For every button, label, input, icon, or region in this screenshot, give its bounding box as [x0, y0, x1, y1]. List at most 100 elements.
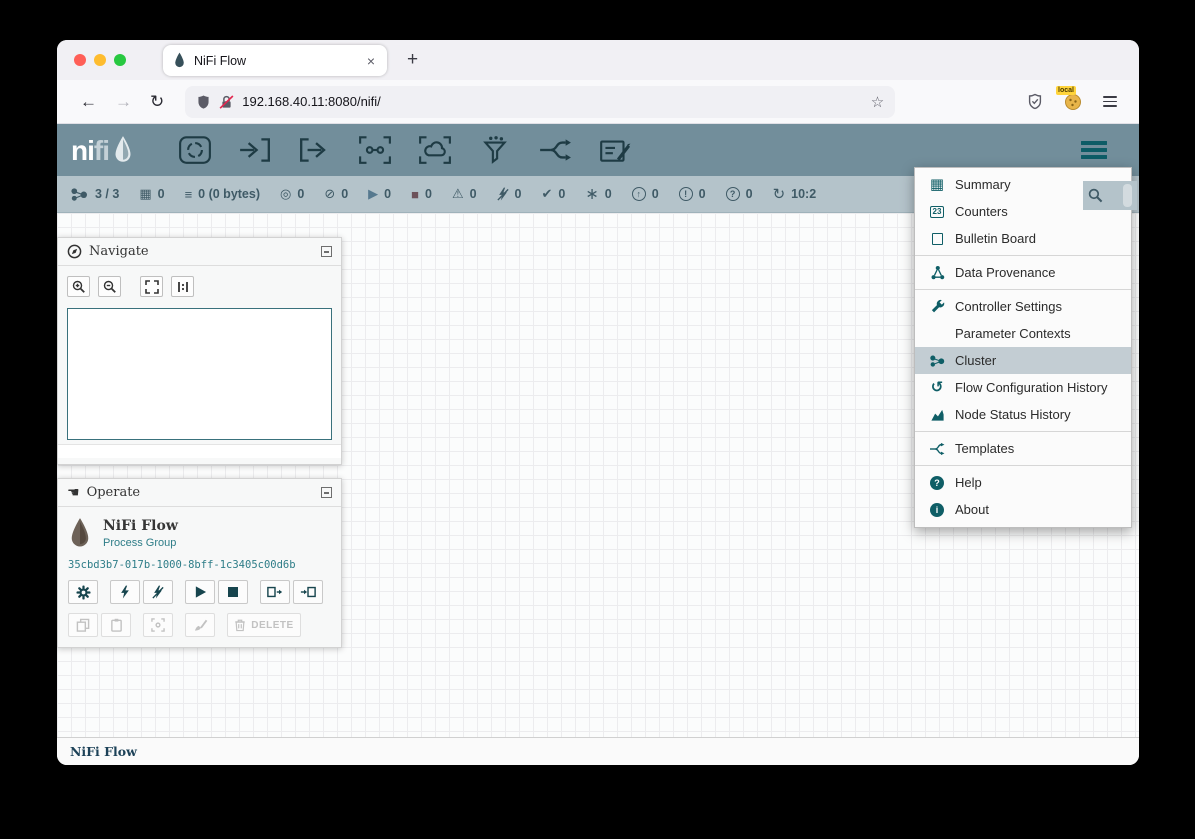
- remote-process-group-draggable-icon[interactable]: [418, 135, 452, 165]
- status-active-threads: ▦ 0: [139, 186, 164, 202]
- template-draggable-icon[interactable]: [538, 135, 572, 165]
- compass-icon: [67, 244, 82, 259]
- invalid-icon: ⚠: [452, 186, 464, 202]
- configuration-button[interactable]: [68, 580, 98, 604]
- group-button[interactable]: [143, 613, 173, 637]
- operate-buttons-row-1: [68, 580, 331, 604]
- stop-button[interactable]: [218, 580, 248, 604]
- wrench-icon: [927, 299, 947, 314]
- counters-icon: 23: [927, 206, 947, 218]
- collapse-navigate-button[interactable]: [321, 246, 332, 257]
- menu-item-templates[interactable]: Templates: [915, 435, 1131, 462]
- status-not-transmitting: ⊘ 0: [324, 186, 348, 202]
- navigate-palette-header[interactable]: Navigate: [58, 238, 341, 266]
- node-status-history-icon: [927, 407, 947, 422]
- zoom-actual-size-button[interactable]: [171, 276, 194, 297]
- delete-button[interactable]: DELETE: [227, 613, 301, 637]
- fill-color-button[interactable]: [185, 613, 215, 637]
- menu-divider: [915, 289, 1131, 290]
- selected-component-id: 35cbd3b7-017b-1000-8bff-1c3405c00d6b: [68, 559, 331, 571]
- back-button[interactable]: ←: [71, 92, 106, 112]
- tab-title: NiFi Flow: [194, 54, 365, 68]
- nifi-logo: nifi: [71, 135, 134, 166]
- threads-icon: ▦: [139, 186, 151, 202]
- processor-draggable-icon[interactable]: [178, 135, 212, 165]
- operate-palette-header[interactable]: ☚ Operate: [58, 479, 341, 507]
- new-tab-button[interactable]: +: [401, 47, 424, 73]
- scrollbar-thumb[interactable]: [1123, 184, 1132, 207]
- nifi-logo-drop-icon: [112, 135, 134, 165]
- locally-modified-icon: ∗: [585, 184, 598, 204]
- collapse-operate-button[interactable]: [321, 487, 332, 498]
- navigate-palette: Navigate: [57, 237, 342, 465]
- stopped-icon: ■: [411, 187, 419, 202]
- bookmark-star-icon[interactable]: ☆: [871, 93, 884, 111]
- copy-button[interactable]: [68, 613, 98, 637]
- history-icon: ↺: [927, 380, 947, 395]
- zoom-in-button[interactable]: [67, 276, 90, 297]
- zoom-out-button[interactable]: [98, 276, 121, 297]
- container-extension-icon[interactable]: local: [1064, 93, 1082, 111]
- download-flow-definition-button[interactable]: [260, 580, 290, 604]
- operate-palette: ☚ Operate NiFi Flow Process Group 35cbd3…: [57, 478, 342, 648]
- funnel-draggable-icon[interactable]: [478, 135, 512, 165]
- selected-component-name: NiFi Flow: [103, 518, 178, 534]
- paste-button[interactable]: [101, 613, 131, 637]
- browser-tab[interactable]: NiFi Flow ×: [163, 45, 387, 76]
- enable-button[interactable]: [110, 580, 140, 604]
- output-port-draggable-icon[interactable]: [298, 135, 332, 165]
- reload-button[interactable]: ↻: [141, 92, 173, 112]
- data-provenance-icon: [927, 265, 947, 280]
- toolbar-right: local: [1027, 93, 1125, 111]
- search-icon[interactable]: [1088, 188, 1103, 203]
- zoom-fit-button[interactable]: [140, 276, 163, 297]
- birdseye-view[interactable]: [67, 308, 332, 440]
- status-search: [1083, 181, 1137, 210]
- url-bar[interactable]: 192.168.40.11:8080/nifi/ ☆: [185, 86, 895, 118]
- disable-button[interactable]: [143, 580, 173, 604]
- window-zoom-button[interactable]: [114, 54, 126, 66]
- insecure-lock-icon[interactable]: [219, 94, 234, 110]
- start-button[interactable]: [185, 580, 215, 604]
- global-menu-button[interactable]: [1079, 133, 1109, 166]
- process-group-draggable-icon[interactable]: [358, 135, 392, 165]
- menu-item-controller-settings[interactable]: Controller Settings: [915, 293, 1131, 320]
- flow-drop-icon: [68, 517, 92, 550]
- delete-label: DELETE: [251, 620, 293, 631]
- input-port-draggable-icon[interactable]: [238, 135, 272, 165]
- help-icon: ?: [927, 476, 947, 490]
- menu-item-node-status-history[interactable]: Node Status History: [915, 401, 1131, 428]
- navigate-body: [58, 266, 341, 458]
- cluster-icon: [927, 354, 947, 368]
- upload-flow-definition-button[interactable]: [293, 580, 323, 604]
- shield-check-icon[interactable]: [1027, 93, 1043, 110]
- status-connected-nodes: 3 / 3: [70, 187, 119, 202]
- menu-item-parameter-contexts[interactable]: Parameter Contexts: [915, 320, 1131, 347]
- selected-component-type: Process Group: [103, 537, 178, 549]
- window-close-button[interactable]: [74, 54, 86, 66]
- refresh-icon[interactable]: ↻: [773, 185, 786, 203]
- refresh-status[interactable]: ↻ 10:2: [773, 185, 817, 203]
- breadcrumb-root[interactable]: NiFi Flow: [70, 744, 137, 759]
- menu-item-data-provenance[interactable]: Data Provenance: [915, 259, 1131, 286]
- tab-close-icon[interactable]: ×: [365, 53, 377, 69]
- forward-button[interactable]: →: [106, 92, 141, 112]
- menu-divider: [915, 431, 1131, 432]
- tracking-protection-shield-icon[interactable]: [196, 94, 211, 110]
- menu-item-bulletin-board[interactable]: Bulletin Board: [915, 225, 1131, 252]
- url-text[interactable]: 192.168.40.11:8080/nifi/: [242, 94, 381, 109]
- running-icon: ▶: [368, 186, 378, 202]
- label-draggable-icon[interactable]: [598, 135, 632, 165]
- menu-item-help[interactable]: ? Help: [915, 469, 1131, 496]
- window-minimize-button[interactable]: [94, 54, 106, 66]
- menu-item-flow-configuration-history[interactable]: ↺ Flow Configuration History: [915, 374, 1131, 401]
- container-badge: local: [1056, 86, 1076, 95]
- sync-failure-icon: ?: [726, 187, 740, 201]
- status-disabled: 0: [497, 187, 522, 202]
- browser-window: NiFi Flow × + ← → ↻ 192.168.40.11:8080/n…: [57, 40, 1139, 765]
- menu-item-about[interactable]: i About: [915, 496, 1131, 523]
- firefox-menu-button[interactable]: [1103, 93, 1117, 110]
- nifi-favicon-icon: [173, 52, 186, 69]
- menu-item-cluster[interactable]: Cluster: [915, 347, 1131, 374]
- stale-icon: ↑: [632, 187, 646, 201]
